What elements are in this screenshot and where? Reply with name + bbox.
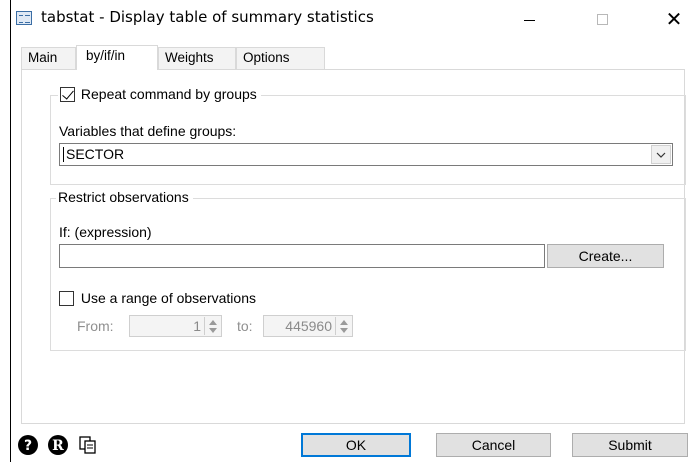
group-variables-value: SECTOR — [66, 146, 125, 162]
app-icon — [16, 11, 32, 25]
repeat-by-groups-option[interactable]: Repeat command by groups — [58, 85, 261, 103]
to-spinner[interactable]: 445960 — [263, 315, 353, 337]
help-icon[interactable]: ? — [17, 434, 39, 456]
info-icon[interactable]: R — [47, 434, 69, 456]
minimize-button[interactable] — [506, 0, 552, 38]
svg-text:?: ? — [24, 438, 32, 454]
copy-icon[interactable] — [77, 434, 99, 456]
svg-text:R: R — [52, 438, 64, 454]
tab-by-if-in[interactable]: by/if/in — [76, 45, 158, 70]
close-button[interactable]: ✕ — [651, 0, 690, 38]
tab-main[interactable]: Main — [21, 47, 76, 69]
from-value: 1 — [193, 318, 201, 334]
repeat-by-groups-label: Repeat command by groups — [80, 86, 257, 103]
restrict-observations-group: Restrict observations If: (expression) C… — [50, 189, 686, 351]
spin-down-icon — [209, 328, 217, 333]
maximize-icon — [596, 13, 608, 25]
group-variables-combo[interactable]: SECTOR — [59, 143, 673, 166]
close-icon: ✕ — [665, 7, 683, 31]
create-button[interactable]: Create... — [547, 244, 664, 268]
maximize-button[interactable] — [579, 0, 625, 38]
ok-button[interactable]: OK — [301, 433, 411, 457]
spin-down-icon — [340, 328, 348, 333]
spin-up-icon — [209, 320, 217, 325]
to-value: 445960 — [285, 318, 332, 334]
tab-panel: Repeat command by groups Variables that … — [21, 69, 686, 424]
if-expression-input[interactable] — [59, 244, 545, 268]
spin-up-icon — [340, 320, 348, 325]
dialog-window: tabstat - Display table of summary stati… — [10, 0, 690, 462]
window-title: tabstat - Display table of summary stati… — [41, 8, 374, 26]
title-bar[interactable]: tabstat - Display table of summary stati… — [11, 0, 690, 38]
variables-label: Variables that define groups: — [59, 123, 237, 139]
repeat-by-groups-checkbox[interactable] — [60, 86, 75, 102]
use-range-option[interactable]: Use a range of observations — [59, 289, 256, 306]
from-spinner-arrows[interactable] — [204, 317, 220, 335]
minimize-icon — [523, 19, 535, 21]
from-spinner[interactable]: 1 — [129, 315, 222, 337]
tab-weights[interactable]: Weights — [158, 47, 236, 69]
dropdown-button[interactable] — [651, 145, 671, 164]
submit-button[interactable]: Submit — [572, 433, 688, 457]
to-spinner-arrows[interactable] — [335, 317, 351, 335]
use-range-label: Use a range of observations — [80, 290, 256, 307]
if-expression-label: If: (expression) — [59, 224, 152, 240]
use-range-checkbox[interactable] — [59, 290, 74, 306]
from-label: From: — [77, 318, 114, 334]
text-cursor — [63, 147, 64, 162]
chevron-down-icon — [656, 152, 666, 158]
by-groups-group: Repeat command by groups Variables that … — [50, 85, 686, 185]
restrict-legend: Restrict observations — [56, 189, 193, 205]
tab-options[interactable]: Options — [236, 47, 325, 69]
cancel-button[interactable]: Cancel — [436, 433, 551, 457]
to-label: to: — [237, 318, 253, 334]
